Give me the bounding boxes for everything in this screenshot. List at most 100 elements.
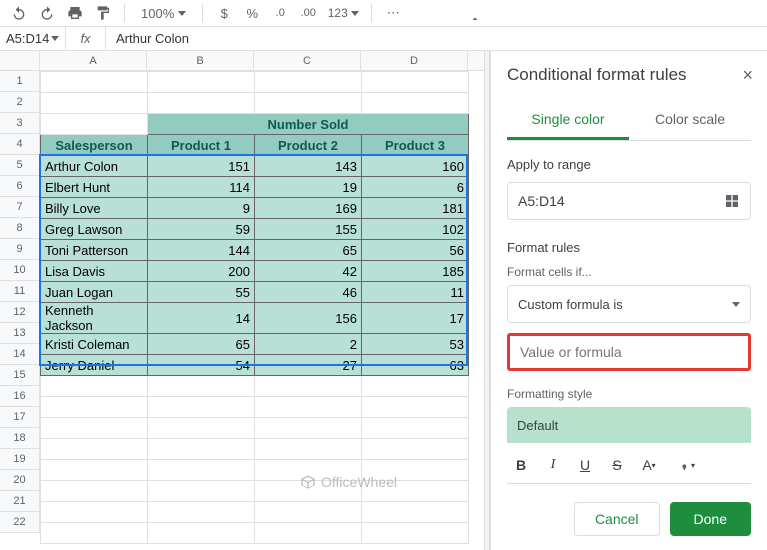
fill-color-button[interactable]: ▾ (671, 451, 699, 479)
value-cell[interactable]: 65 (148, 334, 255, 355)
close-button[interactable]: × (742, 65, 753, 86)
tab-color-scale[interactable]: Color scale (629, 101, 751, 140)
row-header[interactable]: 3 (0, 113, 40, 134)
value-cell[interactable]: 19 (255, 177, 362, 198)
column-header[interactable]: B (147, 51, 254, 70)
redo-button[interactable] (36, 2, 58, 24)
strikethrough-button[interactable]: S (603, 451, 631, 479)
value-cell[interactable]: 55 (148, 282, 255, 303)
undo-button[interactable] (8, 2, 30, 24)
style-preview[interactable]: Default (507, 407, 751, 443)
underline-button[interactable]: U (571, 451, 599, 479)
italic-button[interactable]: I (539, 451, 567, 479)
value-cell[interactable]: 200 (148, 261, 255, 282)
column-header[interactable]: A (40, 51, 147, 70)
empty-cell[interactable] (255, 72, 362, 93)
value-cell[interactable]: 56 (362, 240, 469, 261)
row-header[interactable]: 4 (0, 134, 40, 155)
value-cell[interactable]: 65 (255, 240, 362, 261)
empty-cell[interactable] (255, 376, 362, 397)
increase-decimal-button[interactable]: .00 (297, 2, 319, 24)
empty-cell[interactable] (148, 72, 255, 93)
empty-cell[interactable] (148, 460, 255, 481)
empty-cell[interactable] (148, 502, 255, 523)
more-toolbar-button[interactable]: ⋯ (382, 2, 404, 24)
empty-cell[interactable] (148, 418, 255, 439)
row-header[interactable]: 22 (0, 512, 40, 533)
value-cell[interactable]: 42 (255, 261, 362, 282)
tab-single-color[interactable]: Single color (507, 101, 629, 140)
empty-cell[interactable] (362, 93, 469, 114)
empty-cell[interactable] (148, 481, 255, 502)
value-cell[interactable]: 54 (148, 355, 255, 376)
format-currency-button[interactable]: $ (213, 2, 235, 24)
format-percent-button[interactable]: % (241, 2, 263, 24)
collapse-sidebar-button[interactable] (466, 4, 484, 34)
value-cell[interactable]: 185 (362, 261, 469, 282)
column-header[interactable]: D (361, 51, 468, 70)
value-cell[interactable]: 160 (362, 156, 469, 177)
empty-cell[interactable] (255, 397, 362, 418)
range-input[interactable] (518, 193, 724, 209)
value-cell[interactable]: 102 (362, 219, 469, 240)
table-header-cell[interactable]: Salesperson (41, 135, 148, 156)
value-cell[interactable]: 27 (255, 355, 362, 376)
row-header[interactable]: 6 (0, 176, 40, 197)
text-color-button[interactable]: A▾ (635, 451, 663, 479)
empty-cell[interactable] (41, 523, 148, 544)
name-cell[interactable]: Arthur Colon (41, 156, 148, 177)
row-header[interactable]: 15 (0, 365, 40, 386)
row-header[interactable]: 13 (0, 323, 40, 344)
empty-cell[interactable] (362, 397, 469, 418)
value-cell[interactable]: 9 (148, 198, 255, 219)
value-cell[interactable]: 11 (362, 282, 469, 303)
table-header-cell[interactable]: Product 2 (255, 135, 362, 156)
value-cell[interactable]: 155 (255, 219, 362, 240)
name-cell[interactable]: Billy Love (41, 198, 148, 219)
print-button[interactable] (64, 2, 86, 24)
empty-cell[interactable] (41, 93, 148, 114)
name-cell[interactable]: Elbert Hunt (41, 177, 148, 198)
value-cell[interactable]: 6 (362, 177, 469, 198)
row-header[interactable]: 8 (0, 218, 40, 239)
name-cell[interactable]: Kenneth Jackson (41, 303, 148, 334)
empty-cell[interactable] (255, 502, 362, 523)
value-cell[interactable]: 144 (148, 240, 255, 261)
empty-cell[interactable] (148, 397, 255, 418)
empty-cell[interactable] (148, 376, 255, 397)
row-header[interactable]: 17 (0, 407, 40, 428)
empty-cell[interactable] (255, 439, 362, 460)
value-cell[interactable]: 17 (362, 303, 469, 334)
empty-cell[interactable] (362, 439, 469, 460)
value-cell[interactable]: 46 (255, 282, 362, 303)
empty-cell[interactable] (41, 397, 148, 418)
row-header[interactable]: 18 (0, 428, 40, 449)
row-header[interactable]: 1 (0, 71, 40, 92)
value-cell[interactable]: 2 (255, 334, 362, 355)
empty-cell[interactable] (148, 439, 255, 460)
value-cell[interactable]: 143 (255, 156, 362, 177)
name-cell[interactable]: Greg Lawson (41, 219, 148, 240)
name-cell[interactable]: Kristi Coleman (41, 334, 148, 355)
formula-value-input[interactable] (520, 344, 738, 360)
row-header[interactable]: 7 (0, 197, 40, 218)
row-header[interactable]: 19 (0, 449, 40, 470)
decrease-decimal-button[interactable]: .0 (269, 2, 291, 24)
row-header[interactable]: 10 (0, 260, 40, 281)
rule-type-dropdown[interactable]: Custom formula is (507, 285, 751, 323)
empty-cell[interactable] (362, 418, 469, 439)
empty-cell[interactable] (255, 418, 362, 439)
empty-cell[interactable] (362, 502, 469, 523)
empty-cell[interactable] (255, 523, 362, 544)
row-header[interactable]: 2 (0, 92, 40, 113)
empty-cell[interactable] (41, 439, 148, 460)
empty-cell[interactable] (41, 460, 148, 481)
select-range-icon[interactable] (724, 193, 740, 209)
select-all-corner[interactable] (0, 51, 40, 70)
empty-cell[interactable] (148, 93, 255, 114)
name-box[interactable]: A5:D14 (0, 27, 66, 50)
empty-cell[interactable] (362, 72, 469, 93)
done-button[interactable]: Done (670, 502, 751, 536)
empty-cell[interactable] (148, 523, 255, 544)
row-header[interactable]: 20 (0, 470, 40, 491)
